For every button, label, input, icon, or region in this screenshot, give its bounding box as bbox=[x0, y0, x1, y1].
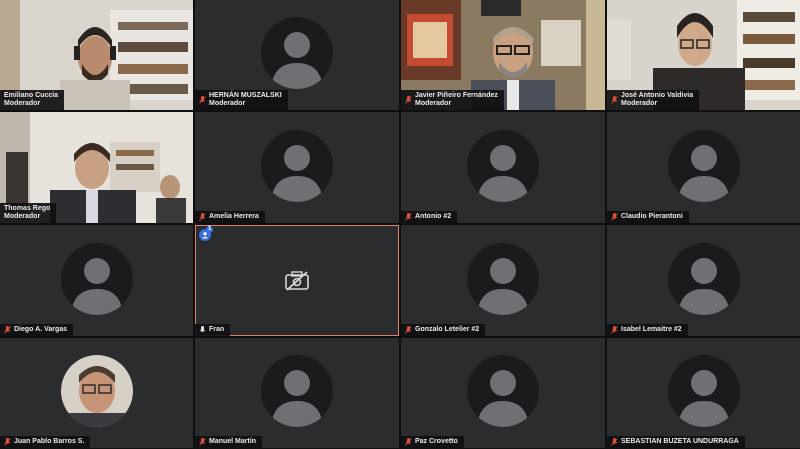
participant-label: Isabel Lemaitre #2 bbox=[607, 324, 688, 336]
participant-name: Emiliano Cuccia bbox=[4, 92, 59, 99]
muted-mic-icon bbox=[611, 326, 618, 334]
participant-name: Gonzalo Letelier #2 bbox=[415, 326, 480, 333]
default-avatar-icon bbox=[667, 355, 740, 427]
muted-mic-icon bbox=[405, 213, 412, 221]
video-grid: Emiliano Cuccia Moderador HERNÁN MUSZALS… bbox=[0, 0, 800, 449]
participant-name: Amelia Herrera bbox=[209, 213, 259, 220]
participant-label: Fran bbox=[195, 324, 231, 336]
participant-label: SEBASTIAN BUZETA UNDURRAGA bbox=[607, 436, 745, 448]
participant-label: José Antonio Valdivia Moderador bbox=[607, 90, 700, 110]
participant-label: Antonio #2 bbox=[401, 211, 458, 223]
muted-mic-icon bbox=[405, 438, 412, 446]
participant-role: Moderador bbox=[4, 213, 41, 220]
default-avatar-icon bbox=[467, 129, 539, 202]
participant-label: HERNÁN MUSZALSKI Moderador bbox=[195, 90, 288, 110]
participant-tile-amelia-herrera[interactable]: Amelia Herrera bbox=[195, 112, 399, 223]
participant-tile-emiliano-cuccia[interactable]: Emiliano Cuccia Moderador bbox=[0, 0, 193, 110]
muted-mic-icon bbox=[405, 326, 412, 334]
participant-tile-fran[interactable]: 1 Fran bbox=[195, 225, 399, 336]
participant-tile-jose-antonio-valdivia[interactable]: José Antonio Valdivia Moderador bbox=[607, 0, 800, 110]
default-avatar-icon bbox=[667, 242, 740, 315]
participant-label: Manuel Martín bbox=[195, 436, 263, 448]
participant-tile-paz-crovetto[interactable]: Paz Crovetto bbox=[401, 338, 605, 448]
participant-name: José Antonio Valdivia bbox=[621, 92, 694, 99]
badge-count: 1 bbox=[206, 226, 214, 233]
participant-tile-antonio-2[interactable]: Antonio #2 bbox=[401, 112, 605, 223]
participant-tile-javier-pineiro[interactable]: Javier Piñeiro Fernández Moderador bbox=[401, 0, 605, 110]
participant-name: Fran bbox=[209, 326, 225, 333]
profile-photo bbox=[60, 355, 133, 427]
participant-tile-juan-pablo-barros[interactable]: Juan Pablo Barros S. bbox=[0, 338, 193, 448]
mic-icon bbox=[199, 326, 206, 332]
participant-name: Claudio Pierantoni bbox=[621, 213, 683, 220]
participant-label: Claudio Pierantoni bbox=[607, 211, 689, 223]
muted-mic-icon bbox=[611, 438, 618, 446]
participant-tile-sebastian-buzeta[interactable]: SEBASTIAN BUZETA UNDURRAGA bbox=[607, 338, 800, 448]
participant-label: Amelia Herrera bbox=[195, 211, 265, 223]
muted-mic-icon bbox=[405, 96, 412, 104]
participant-role: Moderador bbox=[621, 100, 658, 107]
participant-name: Paz Crovetto bbox=[415, 438, 458, 445]
muted-mic-icon bbox=[611, 213, 618, 221]
participant-name: Antonio #2 bbox=[415, 213, 452, 220]
default-avatar-icon bbox=[60, 242, 133, 315]
participant-label: Diego A. Vargas bbox=[0, 324, 74, 336]
participant-label: Javier Piñeiro Fernández Moderador bbox=[401, 90, 504, 110]
participant-name: SEBASTIAN BUZETA UNDURRAGA bbox=[621, 438, 739, 445]
default-avatar-icon bbox=[667, 129, 740, 202]
participant-name: Thomas Rego bbox=[4, 205, 51, 212]
participant-label: Juan Pablo Barros S. bbox=[0, 436, 91, 448]
participant-name: HERNÁN MUSZALSKI bbox=[209, 92, 282, 99]
muted-mic-icon bbox=[199, 213, 206, 221]
muted-mic-icon bbox=[4, 438, 11, 446]
participant-label: Gonzalo Letelier #2 bbox=[401, 324, 486, 336]
participant-tile-gonzalo-letelier-2[interactable]: Gonzalo Letelier #2 bbox=[401, 225, 605, 336]
participant-tile-manuel-martin[interactable]: Manuel Martín bbox=[195, 338, 399, 448]
muted-mic-icon bbox=[611, 96, 618, 104]
default-avatar-icon bbox=[467, 355, 539, 427]
muted-mic-icon bbox=[199, 96, 206, 104]
participant-role: Moderador bbox=[415, 100, 452, 107]
participant-role: Moderador bbox=[4, 100, 41, 107]
participant-tile-claudio-pierantoni[interactable]: Claudio Pierantoni bbox=[607, 112, 800, 223]
default-avatar-icon bbox=[261, 129, 333, 202]
participant-tile-hernan-muszalski[interactable]: HERNÁN MUSZALSKI Moderador bbox=[195, 0, 399, 110]
participant-label: Paz Crovetto bbox=[401, 436, 464, 448]
default-avatar-icon bbox=[261, 17, 333, 89]
participant-role: Moderador bbox=[209, 100, 246, 107]
muted-mic-icon bbox=[4, 326, 11, 334]
participant-name: Diego A. Vargas bbox=[14, 326, 68, 333]
muted-mic-icon bbox=[199, 438, 206, 446]
participant-name: Manuel Martín bbox=[209, 438, 257, 445]
participant-tile-thomas-rego[interactable]: Thomas Rego Moderador bbox=[0, 112, 193, 223]
participant-name: Javier Piñeiro Fernández bbox=[415, 92, 498, 99]
participant-name: Juan Pablo Barros S. bbox=[14, 438, 85, 445]
participant-label: Emiliano Cuccia Moderador bbox=[0, 90, 65, 110]
camera-off-icon bbox=[285, 270, 309, 291]
participant-tile-isabel-lemaitre-2[interactable]: Isabel Lemaitre #2 bbox=[607, 225, 800, 336]
participant-name: Isabel Lemaitre #2 bbox=[621, 326, 682, 333]
participant-tile-diego-vargas[interactable]: Diego A. Vargas bbox=[0, 225, 193, 336]
default-avatar-icon bbox=[467, 242, 539, 315]
default-avatar-icon bbox=[261, 355, 333, 427]
participant-label: Thomas Rego Moderador bbox=[0, 203, 57, 223]
